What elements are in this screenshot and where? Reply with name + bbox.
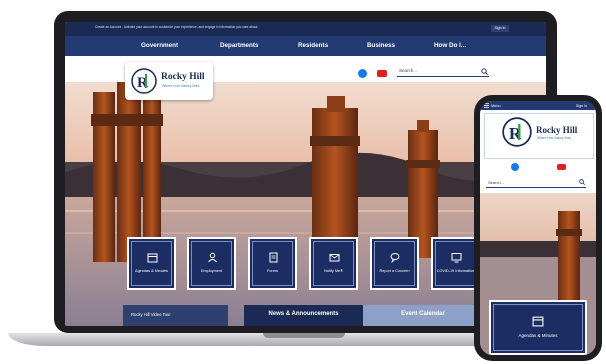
rocky-hill-seal-icon: R xyxy=(131,68,157,94)
phone-sign-in-button[interactable]: Sign In xyxy=(576,104,587,108)
phone-search-underline xyxy=(486,187,586,188)
quick-link-label: COVID-19 Information xyxy=(436,269,475,273)
logo-name: Rocky Hill xyxy=(161,72,205,82)
facebook-icon[interactable] xyxy=(358,69,367,78)
alert-bar: Create an Account - Activate your accoun… xyxy=(65,22,546,36)
chat-icon xyxy=(390,253,400,263)
tab-event-label: Event Calendar xyxy=(401,311,445,317)
quick-link-forms[interactable]: Forms xyxy=(248,237,297,290)
search-icon[interactable] xyxy=(579,179,585,185)
sign-in-button[interactable]: Sign In xyxy=(491,25,509,32)
phone-search-input[interactable]: Search... xyxy=(488,180,504,185)
facebook-icon[interactable] xyxy=(511,163,519,171)
phone-quick-link-agendas[interactable]: Agendas & Minutes xyxy=(489,300,587,355)
main-nav: Government Departments Residents Busines… xyxy=(65,36,546,56)
phone-screen: Menu Sign In R Rocky Hill Where river hi… xyxy=(480,101,596,355)
site-logo[interactable]: R Rocky Hill Where river history lives xyxy=(125,62,213,100)
search-underline xyxy=(397,76,489,77)
quick-link-covid-19[interactable]: COVID-19 Information xyxy=(431,237,480,290)
quick-link-notify-me[interactable]: Notify Me® xyxy=(309,237,358,290)
quick-link-label: Agendas & Minutes xyxy=(135,269,168,273)
youtube-icon[interactable] xyxy=(377,70,387,77)
nav-departments[interactable]: Departments xyxy=(220,42,259,49)
phone-quick-link-label: Agendas & Minutes xyxy=(518,333,558,338)
search-icon[interactable] xyxy=(481,68,488,75)
quick-link-label: Employment xyxy=(200,269,223,273)
quick-link-label: Report a Concern xyxy=(379,269,410,273)
quick-link-label: Forms xyxy=(267,269,278,273)
quick-link-label: Notify Me® xyxy=(324,269,343,273)
phone-logo-name: Rocky Hill xyxy=(536,125,578,135)
video-tour-panel[interactable]: Rocky Hill Video Tour xyxy=(123,305,228,326)
quick-link-agendas[interactable]: Agendas & Minutes xyxy=(127,237,176,290)
hamburger-icon[interactable] xyxy=(484,103,489,108)
phone-menu-label[interactable]: Menu xyxy=(491,104,501,108)
person-icon xyxy=(208,252,217,263)
nav-how-do-i[interactable]: How Do I... xyxy=(434,42,466,49)
monitor-icon xyxy=(451,253,462,263)
quick-link-report-concern[interactable]: Report a Concern xyxy=(370,237,419,290)
nav-business[interactable]: Business xyxy=(367,42,395,49)
document-icon xyxy=(269,252,278,263)
calendar-icon xyxy=(147,253,158,263)
quick-link-employment[interactable]: Employment xyxy=(187,237,236,290)
video-tour-label: Rocky Hill Video Tour xyxy=(131,312,171,317)
tab-event-calendar[interactable]: Event Calendar xyxy=(363,305,483,326)
phone-top-bar: Menu Sign In xyxy=(480,101,596,110)
logo-tagline: Where river history lives xyxy=(162,84,200,88)
envelope-icon xyxy=(329,254,340,262)
laptop-notch xyxy=(263,333,345,338)
rocky-hill-seal-icon: R xyxy=(502,117,532,147)
search-input[interactable]: Search... xyxy=(399,68,417,73)
phone-logo-tagline: Where river history lives xyxy=(537,136,572,140)
nav-government[interactable]: Government xyxy=(141,42,178,49)
nav-residents[interactable]: Residents xyxy=(298,42,328,49)
tab-news-label: News & Announcements xyxy=(268,311,339,317)
youtube-icon[interactable] xyxy=(557,164,566,170)
alert-text: Create an Account - Activate your accoun… xyxy=(95,25,259,29)
phone-logo[interactable]: R Rocky Hill Where river history lives xyxy=(484,113,594,159)
tab-news-announcements[interactable]: News & Announcements xyxy=(244,305,363,326)
calendar-icon xyxy=(532,316,544,327)
